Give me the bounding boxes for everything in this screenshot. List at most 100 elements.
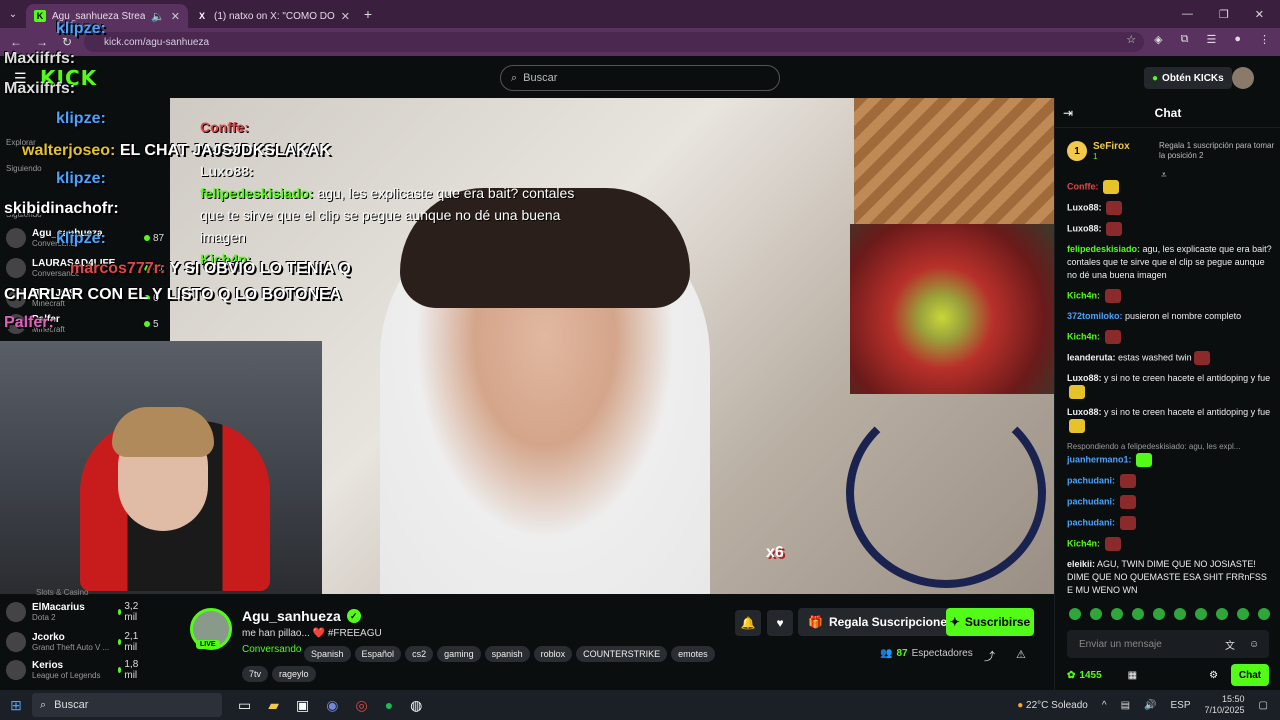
overlay-line: Maxiifrfs: <box>4 50 76 67</box>
subscribe-button[interactable]: ✦ Suscribirse <box>946 608 1034 636</box>
chat-username[interactable]: Luxo88: <box>1067 223 1102 233</box>
weather-widget[interactable]: ● 22°C Soleado <box>1017 700 1088 711</box>
emote-icon[interactable] <box>1258 608 1270 620</box>
emoji-icon[interactable]: ☺ <box>1249 639 1259 650</box>
chat-username[interactable]: 372tomiloko: <box>1067 311 1123 321</box>
chat-message: Kich4n: <box>1067 330 1273 344</box>
notification-bell-button[interactable]: 🔔 <box>735 610 761 636</box>
tag[interactable]: emotes <box>671 646 715 662</box>
tag[interactable]: cs2 <box>405 646 434 662</box>
tray-chevron-icon[interactable]: ^ <box>1102 700 1107 711</box>
gift-label: Regala Suscripciones <box>828 615 954 629</box>
obs-icon[interactable]: ◍ <box>410 697 422 714</box>
puzzle-icon[interactable]: ⧉ <box>1181 33 1189 46</box>
channel-points[interactable]: ✿ 1455 <box>1067 670 1102 681</box>
sidebar-item-elmacarius[interactable]: ElMacarius Dota 2 3,2 mil <box>6 601 138 623</box>
leader-name[interactable]: SeFirox <box>1093 141 1153 152</box>
chat-input[interactable]: Enviar un mensaje 文 ☺ <box>1067 630 1269 658</box>
chat-username[interactable]: leanderuta: <box>1067 352 1116 362</box>
user-avatar[interactable] <box>1232 67 1254 89</box>
emote-icon[interactable] <box>1237 608 1249 620</box>
gift-subs-button[interactable]: 🎁 Regala Suscripciones <box>798 608 964 636</box>
tag[interactable]: spanish <box>484 646 530 662</box>
tag[interactable]: Spanish <box>304 646 351 662</box>
tag[interactable]: COUNTERSTRIKE <box>576 646 668 662</box>
chat-username[interactable]: Luxo88: <box>1067 373 1102 383</box>
clock[interactable]: 15:50 7/10/2025 <box>1205 694 1245 716</box>
emote-icon[interactable] <box>1069 608 1081 620</box>
discord-icon[interactable]: ◉ <box>326 697 338 714</box>
chat-username[interactable]: Luxo88: <box>1067 202 1102 212</box>
volume-icon[interactable]: 🔊 <box>1144 700 1156 711</box>
share-icon[interactable]: ⤴ <box>984 648 995 664</box>
chat-username[interactable]: Conffe: <box>1067 181 1099 191</box>
profile-icon[interactable]: ● <box>1234 33 1241 46</box>
follow-heart-button[interactable]: ♥ <box>767 610 793 636</box>
stream-category[interactable]: Conversando <box>242 644 301 655</box>
emote-icon[interactable] <box>1111 608 1123 620</box>
emote-icon[interactable] <box>1216 608 1228 620</box>
taskbar-search[interactable]: ⌕ Buscar <box>32 693 222 717</box>
star-icon: ✦ <box>949 615 960 629</box>
restore-icon[interactable]: ❐ <box>1219 8 1229 21</box>
tag[interactable]: Español <box>354 646 402 662</box>
chat-username[interactable]: juanhermano1: <box>1067 454 1132 464</box>
streamer-name[interactable]: Agu_sanhueza <box>242 608 341 624</box>
emote-icon[interactable] <box>1090 608 1102 620</box>
emote-icon[interactable] <box>1153 608 1165 620</box>
tag[interactable]: rageylo <box>272 666 316 682</box>
chat-title: Chat <box>1055 98 1280 128</box>
spotify-icon[interactable]: ● <box>385 697 393 714</box>
bookmark-star-icon[interactable]: ☆ <box>1126 33 1136 46</box>
chat-username[interactable]: Kich4n: <box>1067 331 1100 341</box>
report-icon[interactable]: ⚠ <box>1016 648 1026 661</box>
tag[interactable]: 7tv <box>242 666 269 682</box>
close-window-icon[interactable]: ✕ <box>1255 8 1264 21</box>
language-indicator[interactable]: ESP <box>1170 700 1190 711</box>
extension-icon[interactable]: ◈ <box>1154 33 1162 46</box>
overlay-line: klipze: <box>56 230 106 247</box>
get-kicks-button[interactable]: ● Obtén KICKs <box>1144 67 1232 89</box>
chat-username[interactable]: felipedeskisiado: <box>1067 244 1140 254</box>
chat-username[interactable]: Kich4n: <box>1067 290 1100 300</box>
sidebar-item-kerios[interactable]: Kerios League of Legends 1,8 mil <box>6 659 138 681</box>
sidebar-name: ElMacarius <box>32 602 85 613</box>
tag[interactable]: roblox <box>533 646 573 662</box>
chat-text: pusieron el nombre completo <box>1125 311 1242 321</box>
chat-username[interactable]: pachudani: <box>1067 475 1115 485</box>
chat-username[interactable]: eleikii: <box>1067 559 1095 569</box>
file-explorer-icon[interactable]: ▰ <box>268 697 279 714</box>
get-kicks-label: Obtén KICKs <box>1162 72 1224 84</box>
translate-icon[interactable]: 文 <box>1225 637 1235 652</box>
chat-username[interactable]: pachudani: <box>1067 517 1115 527</box>
chat-username[interactable]: Luxo88: <box>1067 407 1102 417</box>
tag-list: 7tv rageylo <box>242 664 320 682</box>
network-icon[interactable]: ▤ <box>1121 700 1130 711</box>
queue-icon[interactable]: ☰ <box>1206 33 1216 46</box>
minimize-icon[interactable]: — <box>1182 8 1193 21</box>
collapse-chat-icon[interactable]: ⇥ <box>1063 106 1073 120</box>
chat-text: y si no te creen hacete el antidoping y … <box>1104 373 1271 383</box>
emote-icon[interactable] <box>1195 608 1207 620</box>
chat-username[interactable]: Kich4n: <box>1067 538 1100 548</box>
chrome-icon[interactable]: ◎ <box>355 697 367 714</box>
sidebar-item-jcorko[interactable]: Jcorko Grand Theft Auto V ... 2,1 mil <box>6 631 138 653</box>
tag[interactable]: gaming <box>437 646 481 662</box>
sun-icon: ● <box>1017 699 1024 711</box>
emote-icon[interactable] <box>1132 608 1144 620</box>
chat-message: pachudani: <box>1067 495 1273 509</box>
chat-message: Luxo88: <box>1067 222 1273 236</box>
settings-gear-icon[interactable]: ⚙ <box>1209 670 1218 681</box>
more-menu-icon[interactable]: ⋮ <box>1259 33 1270 46</box>
overlay-line: walterjoseo: EL CHAT JAJSJDKSLAKAK <box>22 142 331 159</box>
chat-username[interactable]: pachudani: <box>1067 496 1115 506</box>
send-chat-button[interactable]: Chat <box>1231 664 1269 686</box>
notifications-icon[interactable]: ▢ <box>1259 700 1268 711</box>
windows-start-icon[interactable]: ⊞ <box>0 690 32 720</box>
store-icon[interactable]: ▣ <box>296 697 309 714</box>
task-view-icon[interactable]: ▭ <box>238 697 251 714</box>
overlay-line: CHARLAR CON EL Y LISTO Q LO BOTONEA <box>4 286 342 303</box>
store-icon[interactable]: ▦ <box>1128 670 1137 681</box>
reply-context: Respondiendo a felipedeskisiado: agu, le… <box>1067 442 1241 451</box>
emote-icon[interactable] <box>1174 608 1186 620</box>
